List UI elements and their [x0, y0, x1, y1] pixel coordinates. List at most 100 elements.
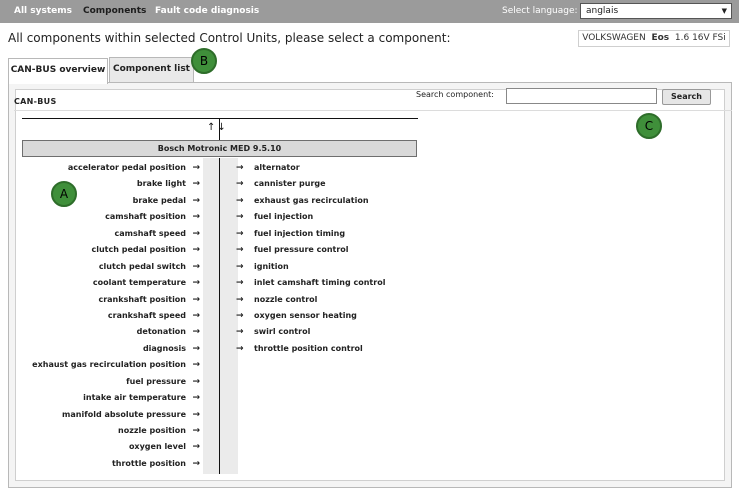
input-component-item[interactable]: clutch pedal switch →	[14, 259, 200, 275]
arrow-right-icon: →	[192, 442, 200, 453]
output-component-item[interactable]: → oxygen sensor heating	[236, 308, 436, 324]
input-component-item[interactable]: crankshaft position →	[14, 292, 200, 308]
tab-canbus-overview[interactable]: CAN-BUS overview	[8, 58, 108, 84]
input-component-item[interactable]: camshaft speed →	[14, 226, 201, 242]
callout-c: C	[636, 113, 662, 139]
arrow-right-icon: →	[192, 179, 200, 190]
arrow-right-icon: →	[236, 327, 244, 338]
arrow-right-icon: →	[236, 310, 244, 321]
vehicle-badge: VOLKSWAGEN Eos 1.6 16V FSi	[578, 30, 730, 47]
arrow-right-icon: →	[192, 343, 200, 354]
arrow-right-icon: →	[236, 195, 244, 206]
input-component-item[interactable]: accelerator pedal position →	[14, 160, 200, 176]
arrow-right-icon: →	[236, 343, 244, 354]
arrow-right-icon: →	[192, 278, 200, 289]
ecu-column-shade	[203, 158, 238, 474]
arrow-right-icon: →	[192, 294, 200, 305]
input-component-item[interactable]: brake light →	[14, 176, 200, 192]
input-component-item[interactable]: crankshaft speed →	[14, 308, 200, 324]
up-down-arrows-icon: ↑↓	[207, 122, 228, 133]
tab-component-list[interactable]: Component list	[109, 57, 194, 82]
nav-fault-code-diagnosis[interactable]: Fault code diagnosis	[155, 0, 259, 23]
output-component-item[interactable]: → throttle position control	[236, 341, 436, 357]
input-component-item[interactable]: throttle position →	[14, 456, 200, 472]
component-label: brake pedal	[132, 195, 186, 205]
component-label: nozzle control	[254, 294, 318, 304]
input-component-item[interactable]: diagnosis →	[14, 341, 200, 357]
arrow-right-icon: →	[192, 228, 200, 239]
output-components-list: → alternator → cannister purge → exhaust gas …	[236, 160, 436, 357]
component-label: inlet camshaft timing control	[254, 278, 386, 288]
component-label: diagnosis	[142, 343, 186, 353]
arrow-right-icon: →	[192, 393, 200, 404]
arrow-right-icon: →	[192, 360, 200, 371]
arrow-right-icon: →	[192, 261, 200, 272]
arrow-right-icon: →	[236, 245, 244, 256]
output-component-item[interactable]: → nozzle control	[236, 292, 436, 308]
panel-title: CAN-BUS	[14, 97, 57, 106]
input-component-item[interactable]: coolant temperature →	[14, 275, 200, 291]
output-component-item[interactable]: → fuel injection	[236, 209, 436, 225]
arrow-right-icon: →	[236, 278, 244, 289]
component-label: fuel injection	[254, 212, 314, 222]
arrow-right-icon: →	[192, 327, 200, 338]
search-label: Search component:	[416, 90, 494, 99]
input-component-item[interactable]: clutch pedal position →	[14, 242, 200, 258]
output-component-item[interactable]: → exhaust gas recirculation	[236, 193, 436, 209]
component-label: clutch pedal position	[91, 245, 186, 255]
component-label: cannister purge	[254, 179, 326, 189]
output-component-item[interactable]: → cannister purge	[236, 176, 436, 192]
input-component-item[interactable]: brake pedal →	[14, 193, 200, 209]
component-label: crankshaft position	[98, 294, 186, 304]
arrow-right-icon: →	[192, 212, 200, 223]
arrow-right-icon: →	[236, 294, 244, 305]
component-label: clutch pedal switch	[98, 261, 186, 271]
component-label: exhaust gas recirculation	[254, 195, 369, 205]
callout-b: B	[191, 48, 217, 74]
component-label: fuel pressure	[126, 376, 186, 386]
output-component-item[interactable]: → ignition	[236, 259, 436, 275]
input-component-item[interactable]: fuel pressure →	[14, 374, 200, 390]
chevron-down-icon: ▼	[721, 7, 727, 15]
component-label: nozzle position	[118, 426, 186, 435]
language-select[interactable]: anglais ▼	[580, 3, 732, 19]
output-component-item[interactable]: → fuel injection timing	[236, 226, 436, 242]
input-component-item[interactable]: oxygen level →	[14, 439, 200, 455]
search-input[interactable]	[506, 88, 657, 104]
input-component-item[interactable]: manifold absolute pressure →	[14, 407, 200, 423]
output-component-item[interactable]: → fuel pressure control	[236, 242, 436, 258]
vehicle-engine: 1.6 16V FSi	[674, 33, 726, 43]
arrow-right-icon: →	[192, 409, 200, 420]
arrow-right-icon: →	[236, 261, 244, 272]
vehicle-model: Eos	[651, 33, 670, 43]
input-component-item[interactable]: exhaust gas recirculation position →	[14, 357, 200, 373]
input-component-item[interactable]: intake air temperature →	[14, 390, 200, 406]
component-label: brake light	[136, 179, 186, 189]
output-component-item[interactable]: → swirl control	[236, 324, 436, 340]
component-label: throttle position	[111, 458, 186, 468]
can-bus-line	[22, 118, 418, 119]
component-label: manifold absolute pressure	[62, 409, 186, 419]
component-label: ignition	[254, 261, 289, 271]
component-label: intake air temperature	[83, 393, 186, 403]
input-component-item[interactable]: detonation →	[14, 324, 200, 340]
top-nav-bar: All systems Components Fault code diagno…	[0, 0, 739, 23]
component-label: oxygen level	[128, 442, 186, 452]
ecu-box[interactable]: Bosch Motronic MED 9.5.10	[22, 140, 417, 157]
component-label: accelerator pedal position	[67, 163, 186, 172]
arrow-right-icon: →	[236, 163, 244, 173]
arrow-right-icon: →	[236, 228, 244, 239]
input-component-item[interactable]: camshaft position →	[14, 209, 200, 225]
input-component-item[interactable]: nozzle position →	[14, 423, 200, 439]
panel-divider	[14, 110, 732, 111]
nav-components[interactable]: Components	[83, 0, 146, 23]
search-button[interactable]: Search	[662, 89, 711, 105]
output-component-item[interactable]: → inlet camshaft timing control	[236, 275, 436, 291]
arrow-right-icon: →	[192, 376, 200, 387]
vehicle-make: VOLKSWAGEN	[582, 33, 646, 43]
nav-all-systems[interactable]: All systems	[14, 0, 72, 23]
component-label: oxygen sensor heating	[254, 310, 357, 320]
component-label: throttle position control	[254, 343, 363, 353]
output-component-item[interactable]: → alternator	[236, 160, 436, 176]
language-label: Select language:	[502, 6, 578, 16]
